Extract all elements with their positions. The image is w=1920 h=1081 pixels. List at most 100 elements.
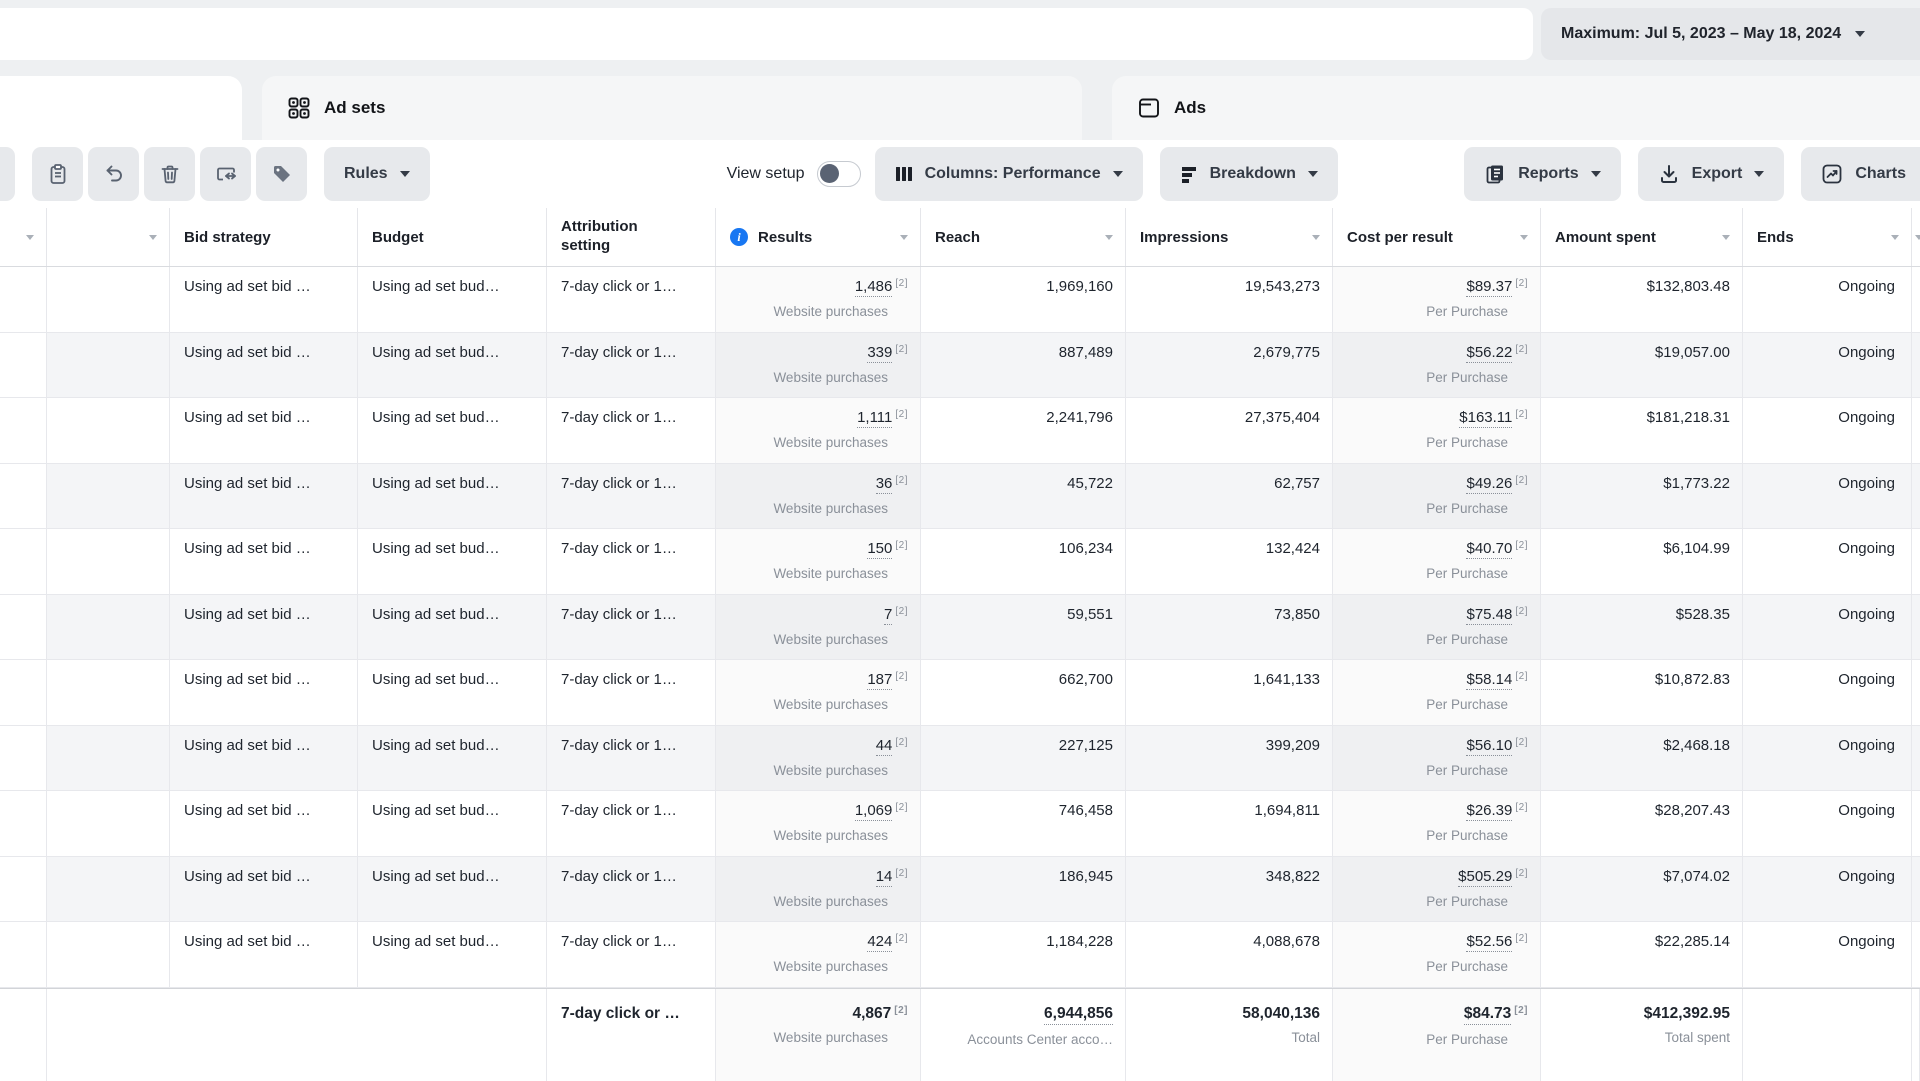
header-budget[interactable]: Budget xyxy=(358,208,547,266)
undo-button[interactable] xyxy=(88,147,139,201)
export-button[interactable]: Export xyxy=(1638,147,1785,201)
table-row[interactable]: Using ad set bid … Using ad set bud… 7-d… xyxy=(0,857,1920,923)
table-row[interactable]: Using ad set bid … Using ad set bud… 7-d… xyxy=(0,922,1920,988)
table-row[interactable]: Using ad set bid … Using ad set bud… 7-d… xyxy=(0,660,1920,726)
cell-amount-spent: $19,057.00 xyxy=(1541,333,1743,398)
header-ends[interactable]: Ends xyxy=(1743,208,1912,266)
header-impressions[interactable]: Impressions xyxy=(1126,208,1333,266)
cell-budget: Using ad set bud… xyxy=(358,857,547,922)
cell-impressions: 19,543,273 xyxy=(1126,267,1333,332)
tab-ads[interactable]: Ads xyxy=(1112,76,1920,140)
table-row[interactable]: Using ad set bid … Using ad set bud… 7-d… xyxy=(0,398,1920,464)
cell-cost-per-result[interactable]: $56.22[2] Per Purchase xyxy=(1333,333,1541,398)
tag-button[interactable] xyxy=(256,147,307,201)
footer-cost-per-result[interactable]: $84.73[2] Per Purchase xyxy=(1333,989,1541,1081)
cell-impressions: 2,679,775 xyxy=(1126,333,1333,398)
cell-results[interactable]: 187[2] Website purchases xyxy=(716,660,921,725)
row-col-b xyxy=(47,464,170,529)
cell-attribution: 7-day click or 1… xyxy=(547,726,716,791)
sort-caret-icon xyxy=(149,235,157,240)
table-row[interactable]: Using ad set bid … Using ad set bud… 7-d… xyxy=(0,529,1920,595)
toggle-knob xyxy=(820,164,839,183)
header-results[interactable]: i Results xyxy=(716,208,921,266)
columns-button[interactable]: Columns: Performance xyxy=(875,147,1143,201)
toolbar: Rules View setup Columns: Performance Br… xyxy=(0,140,1920,208)
sort-caret-icon xyxy=(1312,235,1320,240)
cell-results[interactable]: 424[2] Website purchases xyxy=(716,922,921,987)
charts-button[interactable]: Charts xyxy=(1801,147,1920,201)
cell-cost-per-result[interactable]: $58.14[2] Per Purchase xyxy=(1333,660,1541,725)
ab-test-button[interactable] xyxy=(200,147,251,201)
tab-ads-label: Ads xyxy=(1174,98,1206,118)
header-col-b[interactable] xyxy=(47,208,170,266)
row-col-a xyxy=(0,791,47,856)
cell-results[interactable]: 36[2] Website purchases xyxy=(716,464,921,529)
reports-icon xyxy=(1484,163,1506,185)
undo-icon xyxy=(103,163,125,185)
table-row[interactable]: Using ad set bid … Using ad set bud… 7-d… xyxy=(0,726,1920,792)
breakdown-icon xyxy=(1180,165,1198,183)
row-col-b xyxy=(47,660,170,725)
grid-icon xyxy=(288,97,310,119)
cell-cost-per-result[interactable]: $163.11[2] Per Purchase xyxy=(1333,398,1541,463)
top-bar: Maximum: Jul 5, 2023 – May 18, 2024 xyxy=(0,0,1920,66)
info-icon[interactable]: i xyxy=(730,228,748,246)
table-row[interactable]: Using ad set bid … Using ad set bud… 7-d… xyxy=(0,333,1920,399)
header-amount-spent[interactable]: Amount spent xyxy=(1541,208,1743,266)
cell-cost-per-result[interactable]: $56.10[2] Per Purchase xyxy=(1333,726,1541,791)
view-setup-toggle[interactable] xyxy=(817,161,861,187)
cell-clipped xyxy=(1912,791,1920,856)
cell-reach: 59,551 xyxy=(921,595,1126,660)
table-header-row: Bid strategy Budget Attribution setting … xyxy=(0,208,1920,267)
reports-button[interactable]: Reports xyxy=(1464,147,1620,201)
cell-results[interactable]: 339[2] Website purchases xyxy=(716,333,921,398)
cell-cost-per-result[interactable]: $49.26[2] Per Purchase xyxy=(1333,464,1541,529)
cell-cost-per-result[interactable]: $75.48[2] Per Purchase xyxy=(1333,595,1541,660)
cell-attribution: 7-day click or 1… xyxy=(547,529,716,594)
cell-cost-per-result[interactable]: $52.56[2] Per Purchase xyxy=(1333,922,1541,987)
cell-results[interactable]: 44[2] Website purchases xyxy=(716,726,921,791)
cell-cost-per-result[interactable]: $26.39[2] Per Purchase xyxy=(1333,791,1541,856)
chevron-down-icon xyxy=(1308,171,1318,177)
footer-amount-spent: $412,392.95 Total spent xyxy=(1541,989,1743,1081)
cell-results[interactable]: 7[2] Website purchases xyxy=(716,595,921,660)
header-attribution-setting[interactable]: Attribution setting xyxy=(547,208,716,266)
tab-campaigns-active[interactable] xyxy=(0,76,242,140)
trash-icon xyxy=(159,163,181,185)
row-col-b xyxy=(47,333,170,398)
edit-button-partial[interactable] xyxy=(0,147,15,201)
header-reach[interactable]: Reach xyxy=(921,208,1126,266)
cell-bid-strategy: Using ad set bid … xyxy=(170,726,358,791)
header-col-a[interactable] xyxy=(0,208,47,266)
table-row[interactable]: Using ad set bid … Using ad set bud… 7-d… xyxy=(0,267,1920,333)
table-row[interactable]: Using ad set bid … Using ad set bud… 7-d… xyxy=(0,791,1920,857)
cell-cost-per-result[interactable]: $40.70[2] Per Purchase xyxy=(1333,529,1541,594)
footer-results[interactable]: 4,867[2] Website purchases xyxy=(716,989,921,1081)
cell-results[interactable]: 1,069[2] Website purchases xyxy=(716,791,921,856)
cell-results[interactable]: 1,486[2] Website purchases xyxy=(716,267,921,332)
ads-manager-screen: Maximum: Jul 5, 2023 – May 18, 2024 Ad s… xyxy=(0,0,1920,1080)
cell-budget: Using ad set bud… xyxy=(358,333,547,398)
cell-impressions: 1,641,133 xyxy=(1126,660,1333,725)
footer-reach[interactable]: 6,944,856 Accounts Center acco… xyxy=(921,989,1126,1081)
cell-budget: Using ad set bud… xyxy=(358,267,547,332)
cell-ends: Ongoing xyxy=(1743,267,1912,332)
search-filter-bar[interactable] xyxy=(0,8,1533,60)
cell-cost-per-result[interactable]: $505.29[2] Per Purchase xyxy=(1333,857,1541,922)
duplicate-button[interactable] xyxy=(32,147,83,201)
cell-results[interactable]: 150[2] Website purchases xyxy=(716,529,921,594)
table-row[interactable]: Using ad set bid … Using ad set bud… 7-d… xyxy=(0,464,1920,530)
header-bid-strategy[interactable]: Bid strategy xyxy=(170,208,358,266)
delete-button[interactable] xyxy=(144,147,195,201)
rules-button[interactable]: Rules xyxy=(324,147,430,201)
table-row[interactable]: Using ad set bid … Using ad set bud… 7-d… xyxy=(0,595,1920,661)
tab-ad-sets[interactable]: Ad sets xyxy=(262,76,1082,140)
cell-results[interactable]: 1,111[2] Website purchases xyxy=(716,398,921,463)
breakdown-button[interactable]: Breakdown xyxy=(1160,147,1338,201)
date-range-selector[interactable]: Maximum: Jul 5, 2023 – May 18, 2024 xyxy=(1541,8,1920,60)
cell-attribution: 7-day click or 1… xyxy=(547,464,716,529)
header-cost-per-result[interactable]: Cost per result xyxy=(1333,208,1541,266)
sort-caret-icon xyxy=(1915,235,1920,240)
cell-cost-per-result[interactable]: $89.37[2] Per Purchase xyxy=(1333,267,1541,332)
cell-results[interactable]: 14[2] Website purchases xyxy=(716,857,921,922)
